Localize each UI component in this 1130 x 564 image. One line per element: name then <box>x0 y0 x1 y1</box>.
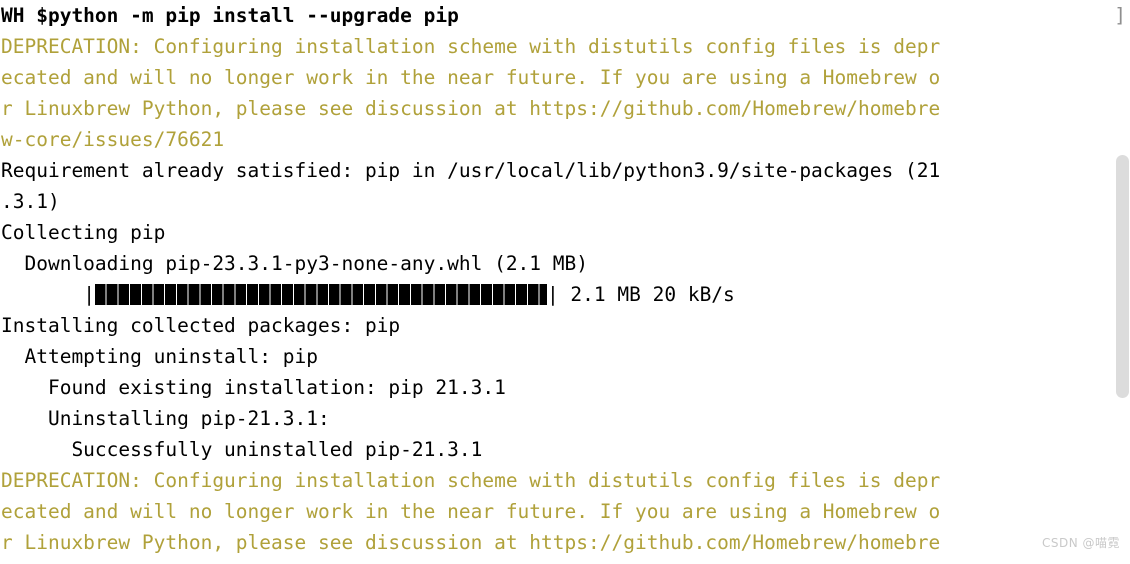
terminal-line-deprecation-2d: w-core/issues/76621 <box>0 558 1130 564</box>
scrollbar-track[interactable] <box>1116 0 1130 564</box>
terminal-line-deprecation-2c: r Linuxbrew Python, please see discussio… <box>1 531 941 554</box>
terminal-line-requirement-b: .3.1) <box>1 190 60 213</box>
terminal-line-deprecation-2b: ecated and will no longer work in the ne… <box>1 500 941 523</box>
progress-left-pipe: | <box>83 283 95 306</box>
terminal-line-installing: Installing collected packages: pip <box>1 314 401 337</box>
download-progress-bar: | | 2.1 MB 20 kB/s <box>0 279 1130 310</box>
terminal-line-found-existing: Found existing installation: pip 21.3.1 <box>1 376 506 399</box>
terminal-line-successfully-uninstalled: Successfully uninstalled pip-21.3.1 <box>1 438 483 461</box>
terminal-line-command: WH $python -m pip install --upgrade pip <box>1 4 459 27</box>
terminal-line-deprecation-1d: w-core/issues/76621 <box>1 128 225 151</box>
watermark-label: CSDN @喵霓 <box>1041 536 1120 550</box>
terminal-line-deprecation-1b: ecated and will no longer work in the ne… <box>1 66 941 89</box>
terminal-line-requirement-a: Requirement already satisfied: pip in /u… <box>1 159 941 182</box>
terminal-line-attempting-uninstall: Attempting uninstall: pip <box>1 345 318 368</box>
scrollbar-thumb[interactable] <box>1116 155 1129 398</box>
terminal-line-deprecation-1a: DEPRECATION: Configuring installation sc… <box>1 35 941 58</box>
progress-indent <box>1 279 83 310</box>
progress-stats: 2.1 MB 20 kB/s <box>558 283 735 306</box>
terminal-line-deprecation-2a: DEPRECATION: Configuring installation sc… <box>1 469 941 492</box>
progress-right-pipe: | <box>546 283 559 306</box>
terminal-line-uninstalling: Uninstalling pip-21.3.1: <box>1 407 330 430</box>
terminal-line-collecting: Collecting pip <box>1 221 166 244</box>
terminal-output: WH $python -m pip install --upgrade pip … <box>0 0 1130 564</box>
terminal-window[interactable]: WH $python -m pip install --upgrade pip … <box>0 0 1130 564</box>
progress-fill <box>94 284 547 305</box>
terminal-line-deprecation-1c: r Linuxbrew Python, please see discussio… <box>1 97 941 120</box>
terminal-line-downloading: Downloading pip-23.3.1-py3-none-any.whl … <box>1 252 588 275</box>
